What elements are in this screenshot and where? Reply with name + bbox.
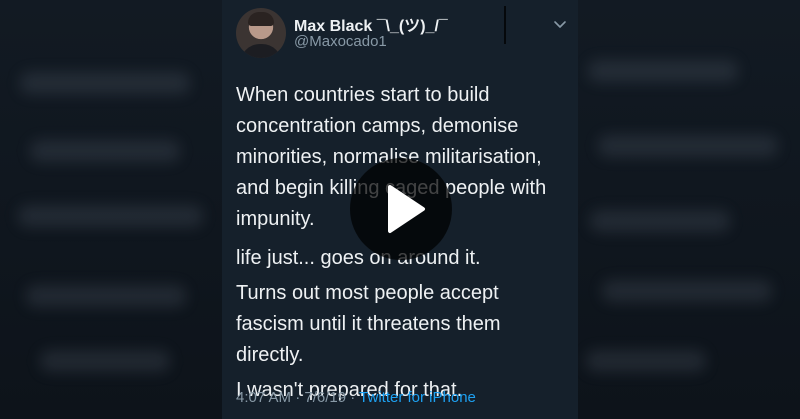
author-handle[interactable]: @Maxocado1	[294, 33, 387, 50]
blurred-background-left	[0, 0, 222, 419]
meta-separator: ·	[346, 389, 360, 406]
tweet-meta: 4:07 AM · 7/6/19 · Twitter for iPhone	[236, 389, 476, 406]
play-icon	[388, 185, 425, 233]
meta-separator: ·	[291, 389, 305, 406]
blurred-background-right	[578, 0, 800, 419]
video-artifact-line	[504, 6, 506, 44]
chevron-down-icon[interactable]	[552, 16, 568, 32]
tweet-paragraph: Turns out most people accept fascism unt…	[236, 282, 501, 366]
tweet-date: 7/6/19	[304, 389, 347, 406]
video-player[interactable]: Max Black ¯\_(ツ)_/¯ @Maxocado1 When coun…	[0, 0, 800, 419]
avatar[interactable]	[236, 8, 286, 58]
tweet-time: 4:07 AM	[236, 389, 292, 406]
tweet-source-link[interactable]: Twitter for iPhone	[359, 389, 476, 406]
play-button[interactable]	[350, 158, 452, 260]
